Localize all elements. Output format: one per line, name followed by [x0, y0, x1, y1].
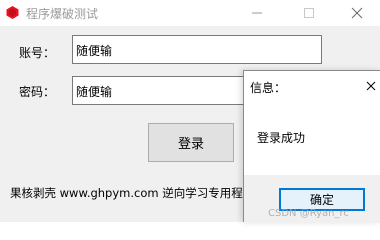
close-icon: [351, 7, 363, 19]
dialog-message: 登录成功: [257, 131, 306, 145]
login-button[interactable]: 登录: [148, 123, 234, 162]
account-label: 账号：: [19, 46, 56, 60]
account-input[interactable]: 随便输: [72, 35, 322, 64]
footer-text: 果核剥壳 www.ghpym.com 逆向学习专用程序: [10, 186, 255, 200]
minimize-icon: [252, 12, 262, 14]
password-label: 密码：: [19, 85, 56, 99]
maximize-button[interactable]: [286, 0, 332, 26]
app-icon: [5, 5, 20, 20]
dialog-footer: 确定 CSDN @Ryan_rc: [244, 175, 380, 223]
minimize-button[interactable]: [234, 0, 280, 26]
close-button[interactable]: [334, 0, 380, 26]
window-title: 程序爆破测试: [26, 7, 99, 21]
dialog-close-button[interactable]: [360, 71, 380, 101]
dialog-title: 信息：: [250, 81, 287, 95]
close-icon: [366, 81, 376, 91]
watermark: CSDN @Ryan_rc: [268, 208, 349, 219]
dialog-body: 登录成功: [244, 103, 380, 175]
info-dialog: 信息： 登录成功 确定 CSDN @Ryan_rc: [243, 70, 380, 223]
title-bar[interactable]: 程序爆破测试: [0, 0, 380, 26]
maximize-icon: [304, 8, 314, 18]
